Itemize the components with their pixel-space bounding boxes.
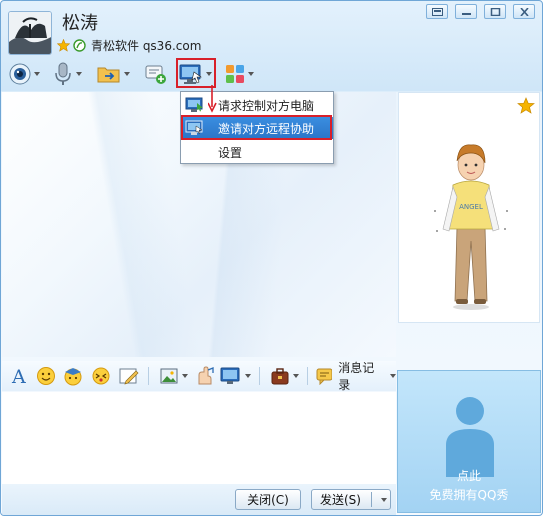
- hand-music-icon: [198, 366, 214, 385]
- menu-item-request-control[interactable]: 请求控制对方电脑: [181, 94, 333, 116]
- svg-text:A: A: [11, 366, 26, 386]
- qqshow-line2: 免费拥有QQ秀: [429, 488, 509, 502]
- maximize-icon: [490, 8, 501, 16]
- star-icon[interactable]: [57, 38, 70, 52]
- message-record-button[interactable]: 消息记录: [316, 359, 397, 393]
- shake-button[interactable]: [90, 366, 112, 386]
- shake-window-icon: [92, 367, 110, 385]
- briefcase-icon: [271, 368, 289, 385]
- qqshow-line1: 点此: [456, 469, 481, 483]
- annotation-box-remote-button: [176, 58, 216, 88]
- emoji-button[interactable]: [36, 366, 56, 386]
- voice-button[interactable]: [53, 59, 82, 89]
- pen-board-icon: [119, 368, 139, 385]
- screenshot-button[interactable]: [220, 366, 251, 386]
- microphone-icon: [55, 62, 71, 85]
- contact-name: 松涛: [62, 13, 98, 34]
- toolbar-separator: [148, 367, 149, 385]
- contact-status-line: 青松软件 qs36.com: [57, 37, 201, 53]
- avatar-character-figure: ANGEL: [434, 144, 508, 310]
- svg-text:ANGEL: ANGEL: [459, 203, 483, 211]
- send-options-chevron-icon[interactable]: [381, 498, 387, 502]
- video-button[interactable]: [9, 59, 40, 89]
- skin-button[interactable]: [426, 4, 448, 19]
- folder-transfer-icon: [97, 67, 120, 83]
- menu-item-settings[interactable]: 设置: [181, 141, 333, 163]
- qzone-icon[interactable]: [73, 38, 86, 52]
- send-button-label: 发送(S): [320, 493, 361, 507]
- format-toolbar: A 消息记录: [2, 359, 397, 393]
- scribble-button[interactable]: [118, 366, 140, 386]
- app-grid-icon: [226, 65, 244, 83]
- webcam-icon: [9, 63, 31, 85]
- bag-button[interactable]: [270, 366, 299, 386]
- silhouette-figure: [446, 397, 494, 477]
- qqshow-panel[interactable]: ANGEL: [398, 92, 540, 323]
- close-icon: [520, 8, 529, 16]
- close-button[interactable]: 关闭(C): [235, 489, 301, 510]
- bottom-bar: 关闭(C) 发送(S): [2, 484, 396, 515]
- magic-emoji-button[interactable]: [62, 366, 84, 386]
- qqshow-promo[interactable]: 点此 免费拥有QQ秀: [397, 370, 541, 513]
- star-favorite-icon[interactable]: [517, 97, 535, 115]
- magic-face-icon: [64, 368, 82, 386]
- chat-history-icon: [316, 368, 333, 385]
- minimize-button[interactable]: [455, 4, 477, 19]
- annotation-arrow-icon: [208, 85, 217, 113]
- image-icon: [160, 368, 178, 384]
- music-button[interactable]: [194, 366, 214, 386]
- close-window-button[interactable]: [513, 4, 535, 19]
- close-button-label: 关闭(C): [247, 493, 289, 507]
- toolbar-separator: [306, 367, 308, 385]
- font-icon: A: [11, 366, 26, 386]
- annotation-box-invite-item: [181, 115, 332, 140]
- toolbar-separator: [258, 367, 260, 385]
- menu-item-label: 请求控制对方电脑: [218, 98, 315, 113]
- send-file-button[interactable]: [97, 59, 130, 89]
- send-button[interactable]: 发送(S): [311, 489, 391, 510]
- chat-window: 松涛 青松软件 qs36.com ANGEL A 消息记录 关闭(C) 发送(S…: [0, 0, 543, 516]
- maximize-button[interactable]: [484, 4, 506, 19]
- smiley-icon: [37, 367, 55, 385]
- message-input[interactable]: [2, 392, 396, 484]
- skin-icon: [432, 8, 443, 16]
- message-record-label: 消息记录: [338, 361, 375, 392]
- contact-signature: 青松软件 qs36.com: [91, 38, 202, 53]
- message-add-icon: [145, 65, 166, 84]
- monitor-icon: [185, 97, 203, 112]
- app-button[interactable]: [225, 59, 254, 89]
- minimize-icon: [462, 13, 471, 15]
- screen-capture-icon: [220, 367, 240, 384]
- font-button[interactable]: A: [10, 366, 30, 386]
- send-image-button[interactable]: [159, 366, 188, 386]
- menu-item-label: 设置: [218, 145, 243, 160]
- avatar-landscape-image: [9, 12, 51, 54]
- contact-avatar[interactable]: [8, 11, 52, 55]
- send-sms-button[interactable]: [145, 59, 167, 89]
